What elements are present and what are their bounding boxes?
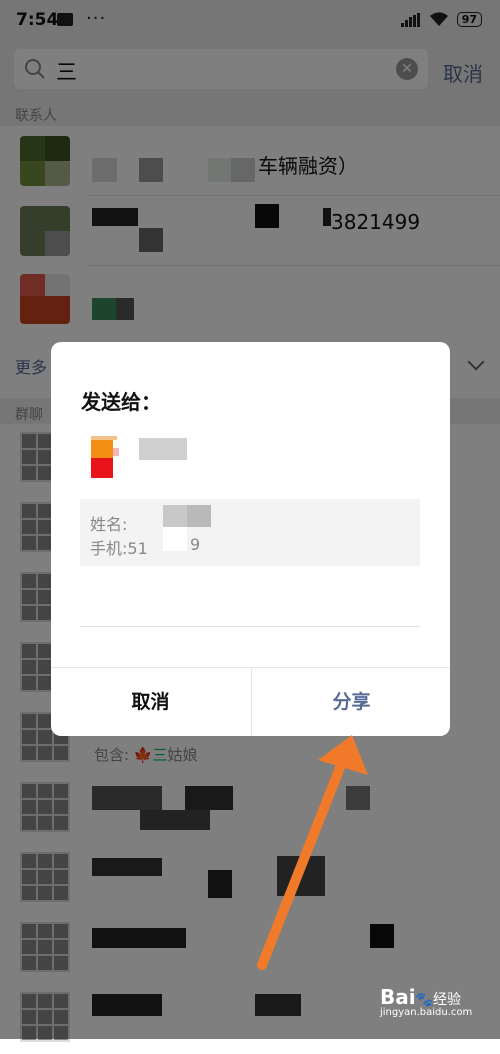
baidu-jingyan-watermark: Bai🐾经验 jingyan.baidu.com — [380, 985, 472, 1018]
annotation-arrow — [257, 735, 368, 970]
watermark-brand: Bai — [380, 985, 416, 1009]
watermark-url: jingyan.baidu.com — [380, 1007, 473, 1018]
paw-icon: 🐾 — [415, 992, 434, 1008]
watermark-brand2: 经验 — [433, 992, 462, 1008]
